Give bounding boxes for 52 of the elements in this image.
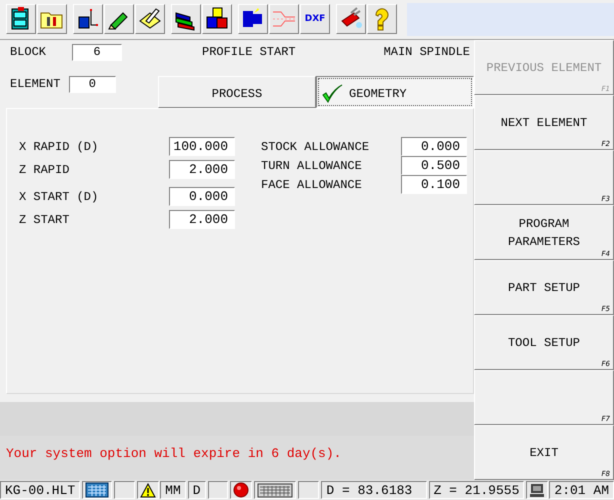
block-field[interactable]: 6 xyxy=(72,44,122,60)
element-field[interactable]: 0 xyxy=(68,76,116,93)
spindle-axes-icon xyxy=(76,7,100,31)
value-field[interactable]: 0.500 xyxy=(401,156,467,175)
spindle-label: MAIN SPINDLE xyxy=(384,45,470,59)
field-label: X START (D) xyxy=(19,190,100,204)
value-field[interactable]: 2.000 xyxy=(169,210,235,229)
status-text: Z = 21.9555 xyxy=(428,481,524,499)
status-text: KG-00.HLT xyxy=(0,481,80,499)
status-text: MM xyxy=(160,481,186,499)
status-text: D = 83.6183 xyxy=(321,481,427,499)
field-label: BLOCK xyxy=(10,45,48,59)
tab[interactable]: GEOMETRY xyxy=(316,76,474,108)
value-field[interactable]: 0.000 xyxy=(169,187,235,206)
toolbar-button[interactable] xyxy=(104,4,134,34)
toolbar-button[interactable] xyxy=(6,4,36,34)
field-label: Z START xyxy=(19,212,70,226)
field-label: FACE ALLOWANCE xyxy=(261,178,363,192)
value-field[interactable]: 0.100 xyxy=(401,175,467,194)
status-cell xyxy=(114,481,136,499)
field-label: ELEMENT xyxy=(10,77,62,91)
computer-icon xyxy=(529,482,546,498)
status-text: D xyxy=(188,481,206,499)
value-field[interactable]: 100.000 xyxy=(169,137,235,156)
field-label: STOCK ALLOWANCE xyxy=(261,140,370,154)
value-field[interactable]: 2.000 xyxy=(169,160,235,179)
warning-icon xyxy=(140,482,156,498)
note-pencil-icon xyxy=(138,7,162,31)
value-field[interactable]: 0.000 xyxy=(401,137,467,156)
status-cell xyxy=(298,481,320,499)
keyboard-icon xyxy=(257,482,294,498)
blocks-icon xyxy=(205,7,229,31)
toolbar-button[interactable] xyxy=(135,4,165,34)
toolbar-button[interactable] xyxy=(238,4,268,34)
toolbar-button[interactable] xyxy=(202,4,232,34)
toolbar-button[interactable] xyxy=(336,4,366,34)
pocket-knife-icon xyxy=(339,7,363,31)
record-icon xyxy=(233,482,250,498)
toolbar-button[interactable] xyxy=(73,4,103,34)
field-label: Z RAPID xyxy=(19,162,70,176)
check-icon xyxy=(321,84,343,104)
dxf-button[interactable]: DXF xyxy=(300,4,330,34)
expiry-message: Your system option will expire in 6 day(s). xyxy=(6,446,342,461)
tab[interactable]: PROCESS xyxy=(158,76,316,108)
toolbar-button[interactable] xyxy=(37,4,67,34)
profile-title: PROFILE START xyxy=(202,45,297,59)
status-cell xyxy=(208,481,228,499)
field-label: TURN ALLOWANCE xyxy=(261,158,363,172)
calculator-icon xyxy=(85,482,110,498)
field-label: X RAPID (D) xyxy=(19,140,100,154)
toolbar-button[interactable] xyxy=(171,4,201,34)
status-text: 2:01 AM xyxy=(549,481,614,499)
